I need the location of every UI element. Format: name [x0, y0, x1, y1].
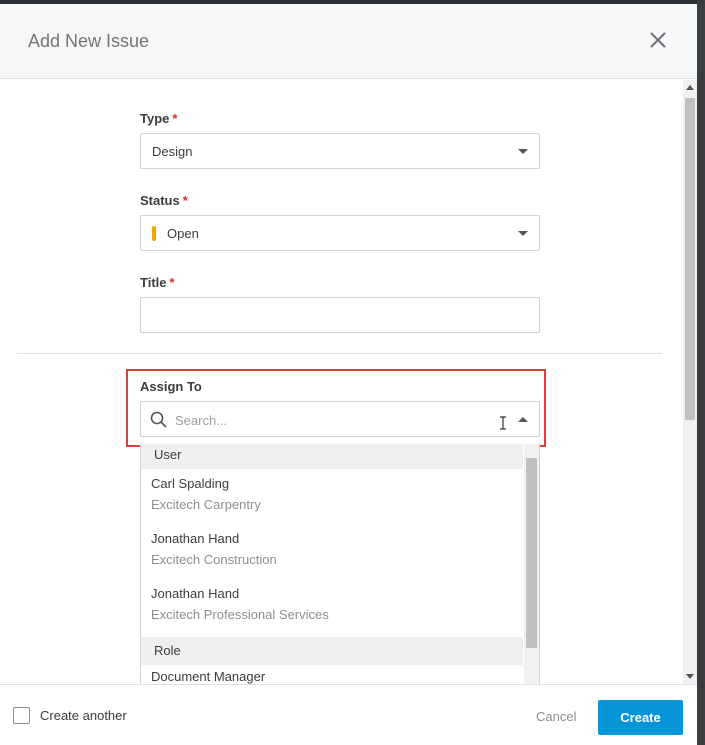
role-name: Document Manager — [151, 669, 266, 684]
title-input[interactable] — [140, 297, 540, 333]
user-name: Carl Spalding — [151, 476, 230, 491]
chevron-down-icon — [518, 231, 528, 236]
dialog-body: Type * Design Status * Open Title * Assign … — [0, 80, 697, 684]
list-item[interactable]: Carl Spalding Excitech Carpentry — [141, 470, 523, 525]
status-color-indicator — [152, 226, 156, 241]
list-item[interactable]: Jonathan Hand Excitech Construction — [141, 525, 523, 580]
dialog-scrollbar-thumb[interactable] — [685, 98, 695, 420]
create-another-checkbox[interactable] — [13, 707, 30, 724]
user-name: Jonathan Hand — [151, 531, 240, 546]
assign-to-label: Assign To — [140, 379, 202, 394]
list-item[interactable]: Document Manager — [141, 665, 523, 684]
list-item[interactable]: Jonathan Hand Excitech Professional Serv… — [141, 580, 523, 635]
type-value: Design — [152, 144, 193, 159]
dialog-header: Add New Issue — [0, 4, 697, 79]
group-header-role: Role — [141, 637, 523, 665]
assign-to-search-input[interactable] — [175, 411, 475, 429]
create-another-label: Create another — [40, 708, 127, 723]
user-name: Jonathan Hand — [151, 586, 240, 601]
group-header-user: User — [141, 444, 523, 469]
user-company: Excitech Construction — [151, 552, 277, 567]
user-company: Excitech Professional Services — [151, 607, 329, 622]
search-icon — [150, 411, 168, 434]
add-issue-dialog: Add New Issue Type * Design Status * Open … — [0, 4, 697, 745]
status-value: Open — [167, 226, 199, 241]
dialog-footer: Create another Cancel Create — [0, 684, 697, 745]
create-button[interactable]: Create — [598, 700, 683, 735]
user-company: Excitech Carpentry — [151, 497, 261, 512]
close-icon[interactable] — [649, 31, 667, 49]
dropdown-scrollbar-thumb[interactable] — [526, 458, 537, 648]
scroll-up-arrow-icon[interactable] — [686, 85, 694, 90]
section-divider — [17, 353, 662, 354]
assign-to-search[interactable] — [140, 401, 540, 437]
text-cursor-icon — [499, 416, 507, 435]
status-label: Status * — [140, 193, 188, 208]
window-right-strip — [697, 0, 705, 745]
scroll-down-arrow-icon[interactable] — [686, 674, 694, 679]
type-label: Type * — [140, 111, 178, 126]
dialog-scrollbar[interactable] — [683, 80, 697, 684]
dropdown-scrollbar[interactable] — [524, 444, 539, 684]
status-select[interactable]: Open — [140, 215, 540, 251]
title-label: Title * — [140, 275, 175, 290]
cancel-button[interactable]: Cancel — [536, 709, 576, 724]
dialog-title: Add New Issue — [28, 31, 150, 51]
chevron-down-icon — [518, 149, 528, 154]
type-select[interactable]: Design — [140, 133, 540, 169]
chevron-up-icon[interactable] — [518, 417, 528, 422]
assign-to-dropdown: User Carl Spalding Excitech Carpentry Jo… — [140, 444, 540, 684]
